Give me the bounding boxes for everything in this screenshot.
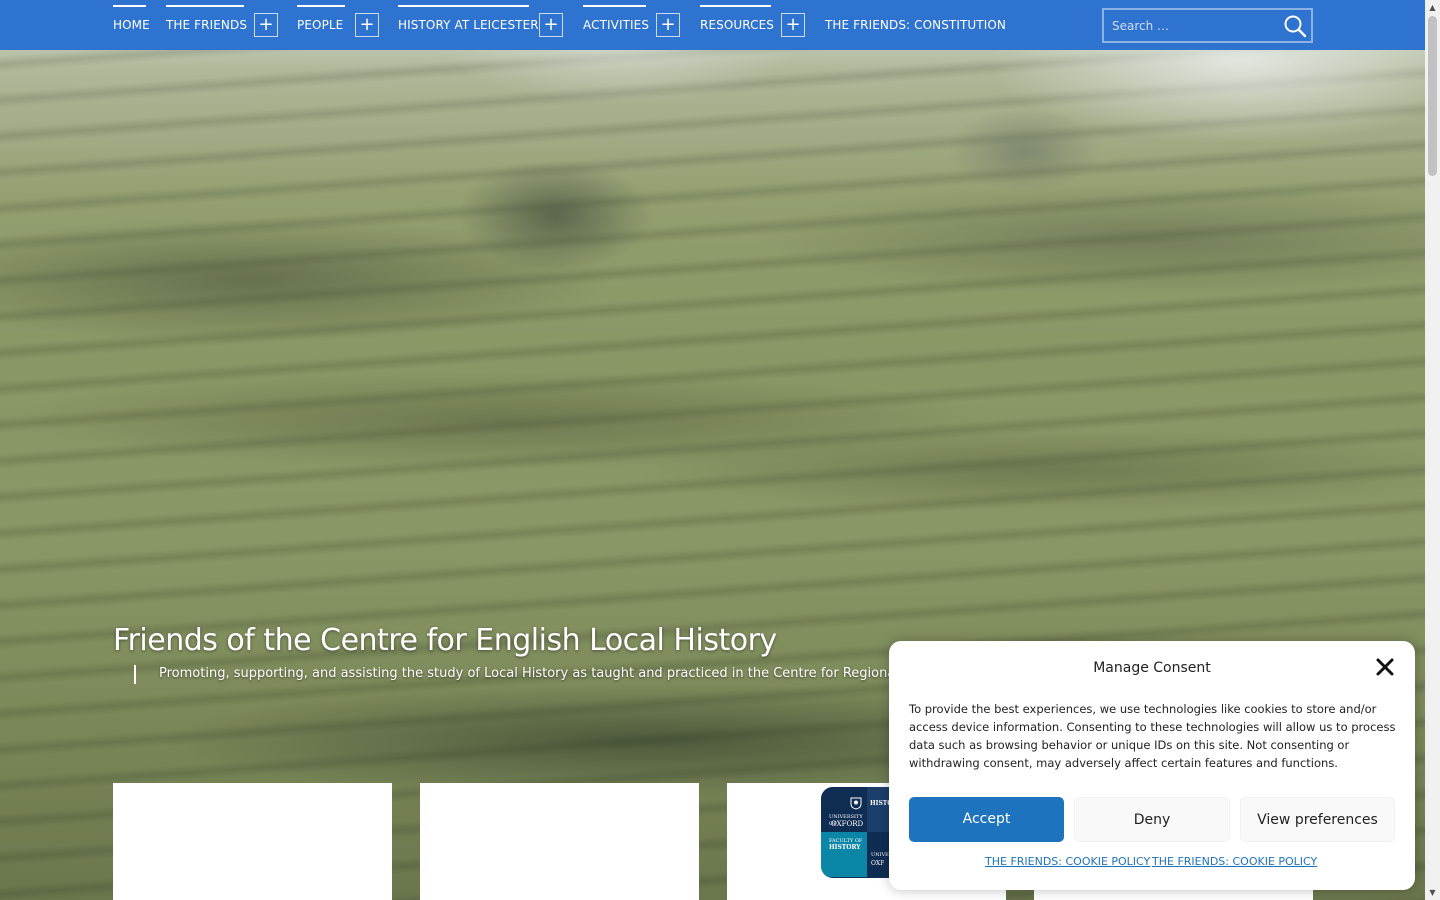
- cookie-policy-link[interactable]: THE FRIENDS: COOKIE POLICY: [985, 855, 1150, 868]
- nav-link-constitution[interactable]: THE FRIENDS: CONSTITUTION: [825, 18, 1006, 32]
- crest-icon: [850, 797, 862, 810]
- nav-item-the-friends[interactable]: THE FRIENDS: [166, 0, 247, 50]
- logo-text: OXF: [871, 860, 885, 867]
- scrollbar-thumb[interactable]: [1428, 16, 1437, 176]
- nav-item-indicator: [398, 5, 529, 7]
- view-preferences-button[interactable]: View preferences: [1240, 797, 1395, 842]
- nav-item-indicator: [166, 5, 244, 7]
- cookie-policy-link[interactable]: THE FRIENDS: COOKIE POLICY: [1152, 855, 1317, 868]
- site-title[interactable]: Friends of the Centre for English Local …: [113, 623, 777, 658]
- scroll-down-arrow-icon[interactable]: ▼: [1425, 885, 1440, 900]
- cookie-consent-dialog: Manage Consent To provide the best exper…: [889, 641, 1415, 890]
- accept-button[interactable]: Accept: [909, 797, 1064, 842]
- consent-title: Manage Consent: [1093, 660, 1211, 676]
- main-navigation: HOME THE FRIENDS + PEOPLE + HISTORY AT L…: [0, 0, 1425, 50]
- logo-text: UNIVE: [871, 852, 889, 858]
- nav-item-indicator: [700, 5, 771, 7]
- nav-item-history-at-leicester[interactable]: HISTORY AT LEICESTER: [398, 0, 539, 50]
- search-form: [1102, 8, 1313, 43]
- resources-expand-button[interactable]: +: [781, 13, 805, 37]
- search-icon: [1284, 15, 1307, 38]
- search-input[interactable]: [1104, 10, 1274, 41]
- nav-link-home[interactable]: HOME: [113, 18, 150, 32]
- nav-link-people[interactable]: PEOPLE: [297, 18, 343, 32]
- page-scrollbar[interactable]: ▲ ▼: [1425, 0, 1440, 900]
- the-friends-expand-button[interactable]: +: [254, 13, 278, 37]
- nav-item-indicator: [583, 5, 646, 7]
- scroll-up-arrow-icon[interactable]: ▲: [1425, 0, 1440, 15]
- nav-link-history-at-leicester[interactable]: HISTORY AT LEICESTER: [398, 18, 539, 32]
- nav-link-activities[interactable]: ACTIVITIES: [583, 18, 649, 32]
- content-card[interactable]: [420, 783, 699, 900]
- logo-quadrant: UNIVERSITY OF OXFORD: [821, 787, 867, 832]
- site-tagline: Promoting, supporting, and assisting the…: [159, 666, 912, 681]
- nav-active-indicator: [113, 5, 146, 7]
- logo-quadrant: FACULTY OF HISTORY: [821, 832, 867, 877]
- nav-item-resources[interactable]: RESOURCES: [700, 0, 774, 50]
- logo-text: HISTORY: [829, 844, 861, 851]
- nav-item-indicator: [297, 5, 345, 7]
- close-icon: [1376, 658, 1394, 676]
- nav-link-the-friends[interactable]: THE FRIENDS: [166, 18, 247, 32]
- nav-item-people[interactable]: PEOPLE: [297, 0, 345, 50]
- deny-button[interactable]: Deny: [1074, 797, 1230, 842]
- activities-expand-button[interactable]: +: [656, 13, 680, 37]
- content-card[interactable]: [113, 783, 392, 900]
- nav-item-activities[interactable]: ACTIVITIES: [583, 0, 649, 50]
- history-at-leicester-expand-button[interactable]: +: [539, 13, 563, 37]
- nav-item-constitution[interactable]: THE FRIENDS: CONSTITUTION: [825, 0, 1006, 50]
- tagline-divider: [134, 665, 136, 684]
- people-expand-button[interactable]: +: [355, 13, 379, 37]
- search-button[interactable]: [1282, 13, 1308, 39]
- nav-item-home[interactable]: HOME: [113, 0, 150, 50]
- consent-message: To provide the best experiences, we use …: [909, 702, 1396, 770]
- close-button[interactable]: [1375, 657, 1395, 677]
- logo-text: OXFORD: [831, 820, 864, 828]
- nav-link-resources[interactable]: RESOURCES: [700, 18, 774, 32]
